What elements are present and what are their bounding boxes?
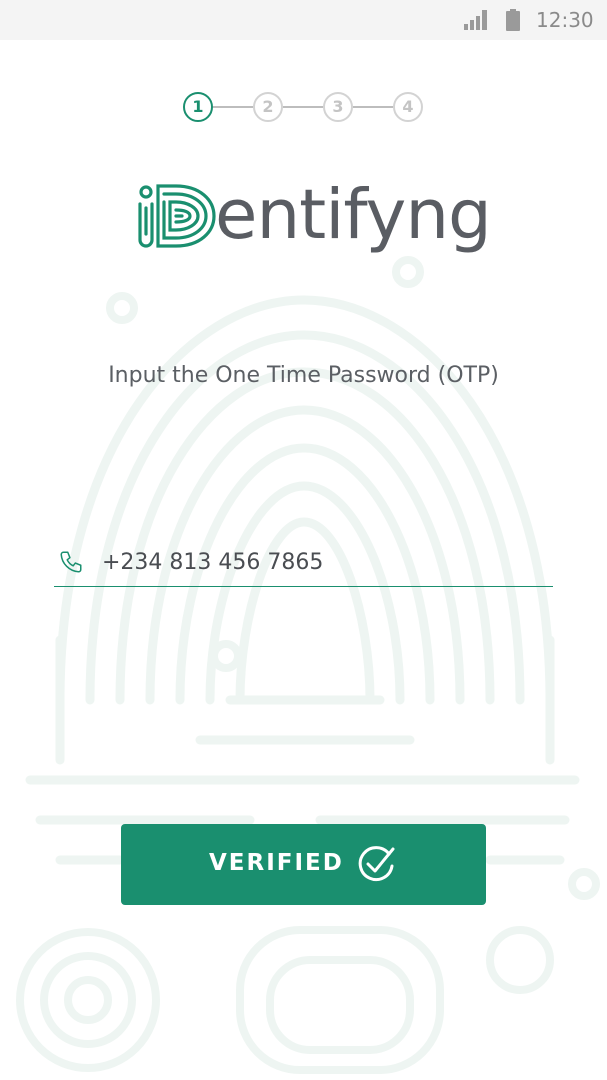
step-connector [283, 106, 323, 108]
verified-button[interactable]: VERIFIED [121, 824, 486, 905]
step-connector [213, 106, 253, 108]
otp-instruction: Input the One Time Password (OTP) [108, 363, 499, 388]
check-circle-icon [358, 846, 395, 882]
step-2: 2 [253, 92, 283, 122]
logo-wordmark: entifyng [215, 175, 492, 255]
phone-field[interactable] [54, 540, 553, 587]
verified-button-label: VERIFIED [209, 850, 344, 876]
otp-screen: 12:30 1 2 3 4 entifyng Input the One Tim [0, 0, 607, 1080]
logo-fingerprint-mark [138, 184, 216, 248]
progress-stepper: 1 2 3 4 [0, 0, 607, 140]
phone-icon [60, 551, 82, 573]
step-4: 4 [393, 92, 423, 122]
identifyng-logo: entifyng [136, 175, 492, 264]
step-connector [353, 106, 393, 108]
phone-input[interactable] [102, 546, 532, 578]
step-1: 1 [183, 92, 213, 122]
step-3: 3 [323, 92, 353, 122]
